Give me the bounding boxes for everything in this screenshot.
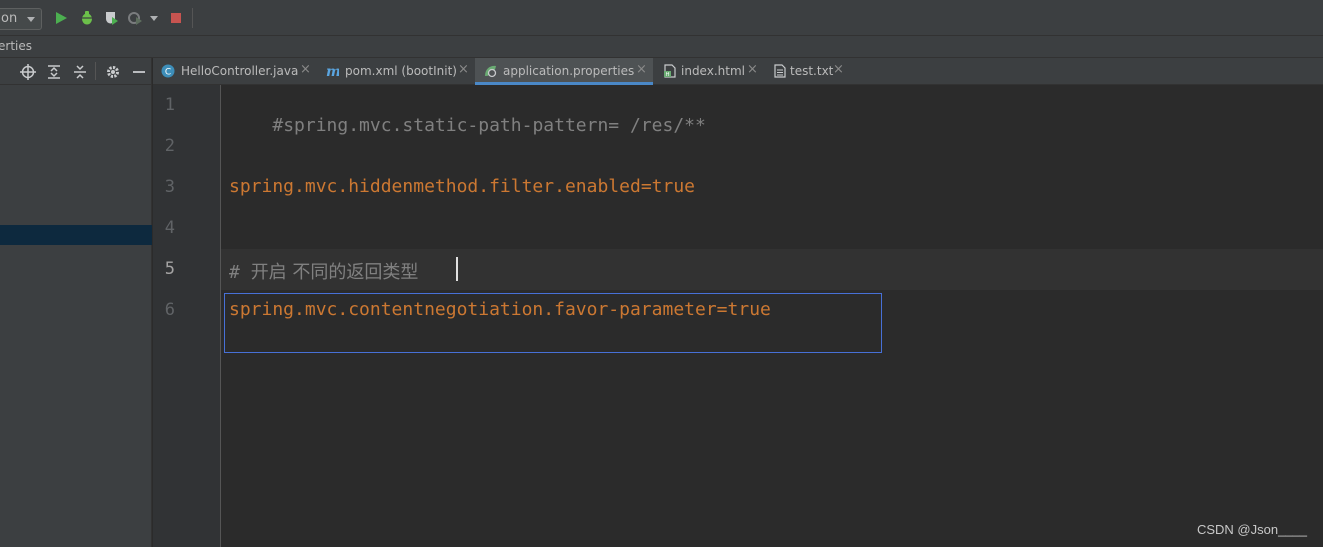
code-line-5: # 开启 不同的返回类型 [229,258,418,284]
line-number: 6 [164,300,175,320]
watermark: CSDN @Json____ [1196,522,1307,537]
svg-text:H: H [666,72,670,78]
svg-text:m: m [326,64,339,78]
chevron-down-icon[interactable] [150,16,158,21]
close-icon[interactable]: × [458,62,469,77]
property-key: spring.mvc.hiddenmethod.filter.enabled [229,176,641,197]
collapse-all-icon[interactable] [72,64,88,80]
line-number-gutter: 1 2 3 4 5 6 [153,85,221,547]
tab-test-txt[interactable]: test.txt × [765,58,847,85]
tab-label: application.properties [503,64,635,78]
line-number: 1 [164,95,175,115]
line-number: 5 [164,259,175,279]
chevron-down-icon [27,17,35,22]
gear-icon[interactable] [105,64,121,80]
profile-icon[interactable] [127,10,143,26]
tab-label: HelloController.java [181,64,299,78]
code-editor[interactable]: 1 2 3 4 5 6 #spring.mvc.static-path-patt… [153,85,1323,547]
run-icon[interactable] [53,10,69,26]
tab-index-html[interactable]: H index.html × [655,58,763,85]
tab-label: test.txt [790,64,834,78]
line-number: 3 [164,177,175,197]
run-configuration-selector[interactable]: on [0,8,42,30]
tab-pom-xml[interactable]: m pom.xml (bootInit) × [317,58,473,85]
tab-hello-controller[interactable]: C HelloController.java × [153,58,315,85]
property-value: true [651,176,696,197]
run-with-coverage-icon[interactable] [103,10,119,26]
header-separator [95,62,96,80]
spring-properties-icon [485,65,497,78]
text-file-icon [774,64,786,78]
debug-icon[interactable] [79,10,95,26]
stop-icon[interactable] [168,10,184,26]
code-line-1: #spring.mvc.static-path-pattern= /res/** [229,94,706,157]
breadcrumb: erties [0,36,1323,58]
selection-highlight-box [224,293,882,353]
tab-label: pom.xml (bootInit) [345,64,457,78]
close-icon[interactable]: × [747,62,758,77]
project-panel [0,85,152,547]
expand-all-icon[interactable] [46,64,62,80]
comment-prefix: # [229,262,251,283]
editor-tabs: C HelloController.java × m pom.xml (boot… [153,58,1323,85]
main-toolbar: on [0,0,1323,36]
close-icon[interactable]: × [300,62,311,77]
project-tree-selected-row[interactable] [0,225,152,245]
breadcrumb-item[interactable]: erties [0,39,32,53]
comment-text: 开启 不同的返回类型 [250,262,419,283]
maven-icon: m [326,64,339,78]
html-file-icon: H [664,64,676,78]
line-number: 4 [164,218,175,238]
project-panel-header [0,58,152,85]
run-configuration-label: on [1,11,18,26]
tab-application-properties[interactable]: application.properties × [475,58,653,85]
close-icon[interactable]: × [636,62,647,77]
crosshair-icon[interactable] [20,64,36,80]
property-separator: = [640,176,652,197]
java-class-icon: C [161,64,175,78]
svg-text:C: C [165,68,171,78]
close-icon[interactable]: × [833,62,844,77]
line-number: 2 [164,136,175,156]
comment-text: #spring.mvc.static-path-pattern= /res/** [272,115,706,136]
code-line-3: spring.mvc.hiddenmethod.filter.enabled=t… [229,176,695,197]
toolbar-separator [192,8,193,28]
minimize-icon[interactable] [131,64,147,80]
text-caret [456,257,458,281]
tab-label: index.html [681,64,745,78]
